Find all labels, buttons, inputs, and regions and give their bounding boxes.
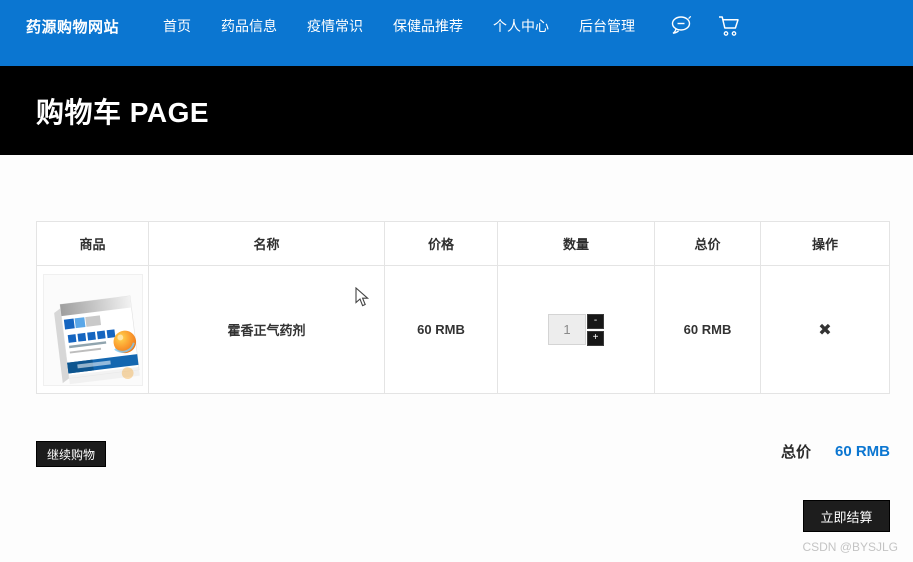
col-header-product: 商品 bbox=[36, 221, 149, 266]
quantity-increase-button[interactable]: + bbox=[587, 330, 604, 346]
shopping-cart-page: 药源购物网站 首页 药品信息 疫情常识 保健品推荐 个人中心 后台管理 购物车 … bbox=[0, 0, 913, 562]
cart-icon[interactable] bbox=[715, 12, 743, 40]
quantity-input[interactable] bbox=[548, 314, 586, 345]
quantity-decrease-button[interactable]: - bbox=[587, 313, 604, 329]
nav-item-healthcare-recommend[interactable]: 保健品推荐 bbox=[393, 16, 463, 36]
col-header-quantity: 数量 bbox=[497, 221, 655, 266]
total-label: 总价 bbox=[780, 443, 811, 461]
col-header-name: 名称 bbox=[148, 221, 385, 266]
cart-total-summary: 总价 60 RMB bbox=[781, 441, 890, 461]
nav-icons bbox=[667, 12, 743, 40]
remove-item-button[interactable]: ✖ bbox=[818, 322, 831, 339]
page-title: 购物车 PAGE bbox=[36, 96, 210, 128]
nav-links: 首页 药品信息 疫情常识 保健品推荐 个人中心 后台管理 bbox=[163, 16, 635, 36]
nav-item-personal-center[interactable]: 个人中心 bbox=[493, 16, 549, 36]
csdn-watermark: CSDN @BYSJLG bbox=[802, 540, 898, 554]
quantity-stepper: - + bbox=[498, 313, 654, 346]
product-name: 霍香正气药剂 bbox=[148, 265, 385, 394]
product-price: 60 RMB bbox=[384, 265, 498, 394]
checkout-button[interactable]: 立即结算 bbox=[803, 500, 890, 532]
cart-table: 商品 名称 价格 数量 总价 操作 霍香正气药剂 60 RMB 1 - + 60… bbox=[36, 221, 890, 394]
continue-shopping-button[interactable]: 继续购物 bbox=[36, 441, 106, 467]
stepper-buttons: - + bbox=[587, 313, 604, 346]
col-header-price: 价格 bbox=[384, 221, 498, 266]
product-image-cell bbox=[36, 265, 149, 394]
col-header-total: 总价 bbox=[654, 221, 761, 266]
product-image[interactable] bbox=[42, 273, 143, 386]
top-navbar: 药源购物网站 首页 药品信息 疫情常识 保健品推荐 个人中心 后台管理 bbox=[0, 0, 913, 66]
row-total-price: 60 RMB bbox=[654, 265, 761, 394]
nav-item-drug-info[interactable]: 药品信息 bbox=[221, 16, 277, 36]
total-value: 60 RMB bbox=[834, 442, 890, 460]
col-header-action: 操作 bbox=[760, 221, 890, 266]
quantity-cell: - + bbox=[497, 265, 655, 394]
page-header: 购物车 PAGE bbox=[0, 66, 913, 155]
action-cell: ✖ bbox=[760, 265, 890, 394]
chat-icon[interactable] bbox=[667, 12, 695, 40]
nav-item-admin[interactable]: 后台管理 bbox=[579, 16, 635, 36]
site-logo[interactable]: 药源购物网站 bbox=[26, 16, 119, 37]
cart-table-header-row: 商品 名称 价格 数量 总价 操作 bbox=[36, 221, 890, 266]
cart-row: 霍香正气药剂 60 RMB - + 60 RMB ✖ bbox=[36, 265, 890, 394]
nav-item-home[interactable]: 首页 bbox=[163, 16, 191, 36]
nav-item-epidemic-knowledge[interactable]: 疫情常识 bbox=[307, 16, 363, 36]
